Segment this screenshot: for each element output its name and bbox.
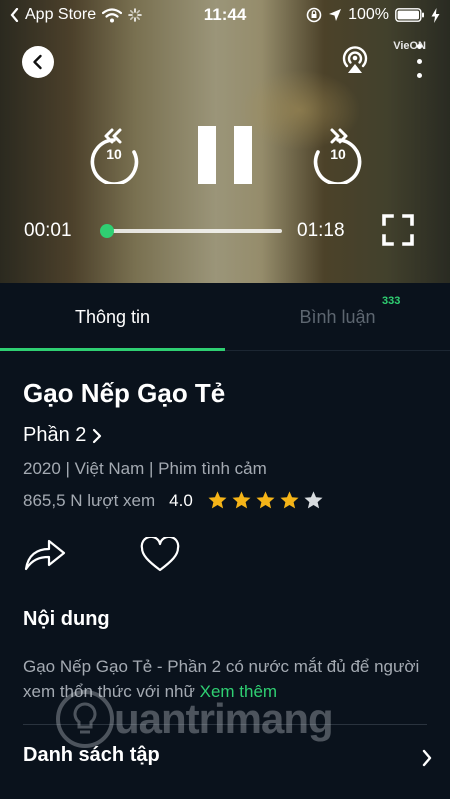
battery-percent: 100% [348, 6, 389, 23]
share-arrow-icon [24, 539, 66, 571]
episode-list-row[interactable]: Danh sách tập [0, 744, 450, 784]
dot-icon [416, 73, 422, 78]
back-button[interactable] [22, 46, 54, 78]
forward-seconds-label: 10 [330, 146, 346, 162]
chevron-left-icon [10, 8, 19, 22]
cast-button[interactable] [340, 44, 370, 76]
status-bar: App Store 11:44 100% [0, 0, 450, 30]
info-panel: Gạo Nếp Gạo Tẻ Phần 2 2020 | Việt Nam | … [0, 352, 450, 799]
wifi-icon [102, 7, 123, 22]
star-filled-icon[interactable] [279, 490, 300, 511]
star-filled-icon[interactable] [207, 490, 228, 511]
star-empty-icon[interactable] [303, 490, 324, 511]
view-count: 865,5 N lượt xem [23, 490, 156, 510]
video-player[interactable]: VieON 10 10 00:01 01:18 [0, 0, 450, 283]
location-arrow-icon [329, 9, 342, 21]
tab-comments[interactable]: Bình luận [225, 283, 450, 351]
rotation-lock-icon [306, 7, 322, 23]
heart-icon [140, 535, 180, 572]
total-time: 01:18 [297, 220, 345, 241]
fullscreen-icon [382, 214, 414, 246]
dot-icon [416, 58, 422, 64]
dot-icon [416, 44, 422, 49]
like-button[interactable] [140, 535, 180, 573]
pause-bar-icon [234, 126, 252, 184]
pause-bar-icon [198, 126, 216, 184]
airplay-icon [342, 46, 368, 73]
read-more-link[interactable]: Xem thêm [200, 682, 277, 701]
chevron-right-icon [422, 749, 432, 767]
charging-bolt-icon [431, 7, 440, 23]
tab-info[interactable]: Thông tin [0, 283, 225, 351]
star-filled-icon[interactable] [231, 490, 252, 511]
season-label: Phần 2 [23, 424, 87, 446]
battery-icon [395, 8, 424, 22]
pause-button[interactable] [198, 126, 252, 184]
share-button[interactable] [23, 537, 67, 573]
rewind-seconds-label: 10 [106, 146, 122, 162]
comment-count-badge: 333 [382, 295, 401, 307]
loading-spinner-icon [128, 8, 142, 22]
divider [23, 724, 427, 725]
movie-title: Gạo Nếp Gạo Tẻ [23, 378, 226, 408]
movie-meta: 2020 | Việt Nam | Phim tình cảm [23, 459, 267, 478]
movie-description: Gạo Nếp Gạo Tẻ - Phần 2 có nước mắt đủ đ… [23, 654, 433, 704]
back-to-app-label[interactable]: App Store [25, 6, 96, 24]
star-filled-icon[interactable] [255, 490, 276, 511]
progress-bar[interactable] [100, 224, 282, 238]
star-rating[interactable] [207, 490, 324, 511]
views-rating-row: 865,5 N lượt xem 4.0 [23, 490, 324, 511]
rating-value: 4.0 [169, 490, 193, 510]
chevron-left-icon [33, 54, 42, 70]
status-time: 11:44 [203, 5, 247, 24]
current-time: 00:01 [24, 220, 72, 241]
episode-list-title: Danh sách tập [23, 744, 160, 766]
tab-bar: Thông tin Bình luận 333 [0, 283, 450, 351]
more-options-button[interactable] [412, 44, 426, 78]
fullscreen-button[interactable] [382, 214, 414, 246]
content-section-title: Nội dung [23, 608, 110, 630]
season-selector[interactable]: Phần 2 [23, 424, 102, 447]
chevron-right-icon [93, 428, 102, 443]
